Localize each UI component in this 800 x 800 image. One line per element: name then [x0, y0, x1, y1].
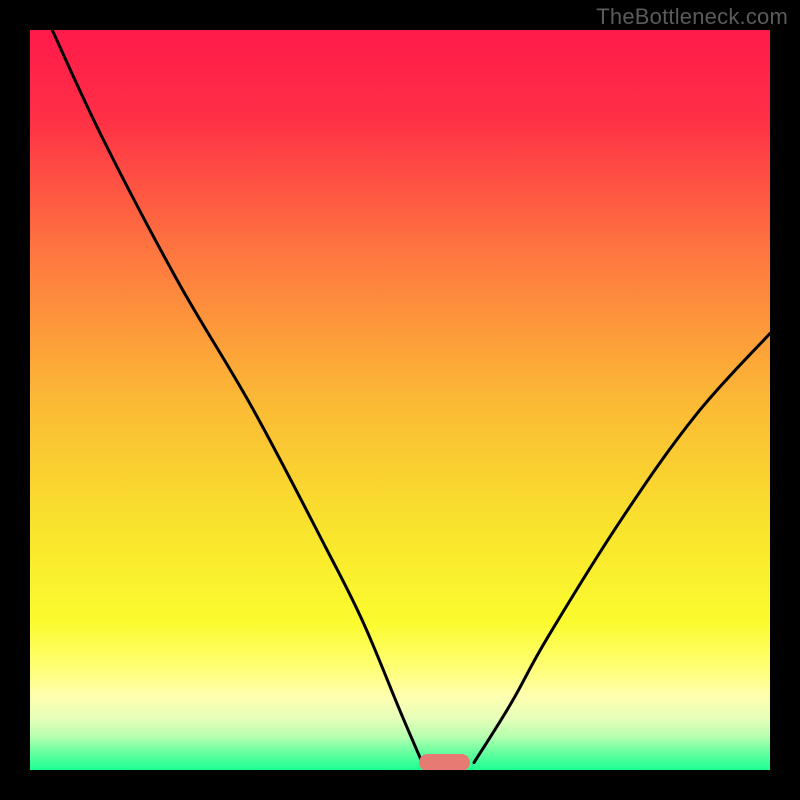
chart-frame: TheBottleneck.com [0, 0, 800, 800]
watermark-text: TheBottleneck.com [596, 4, 788, 30]
minimum-marker [419, 754, 471, 770]
curve-right-branch [474, 333, 770, 762]
plot-area [30, 30, 770, 770]
bottleneck-curve [30, 30, 770, 770]
curve-left-branch [52, 30, 422, 763]
